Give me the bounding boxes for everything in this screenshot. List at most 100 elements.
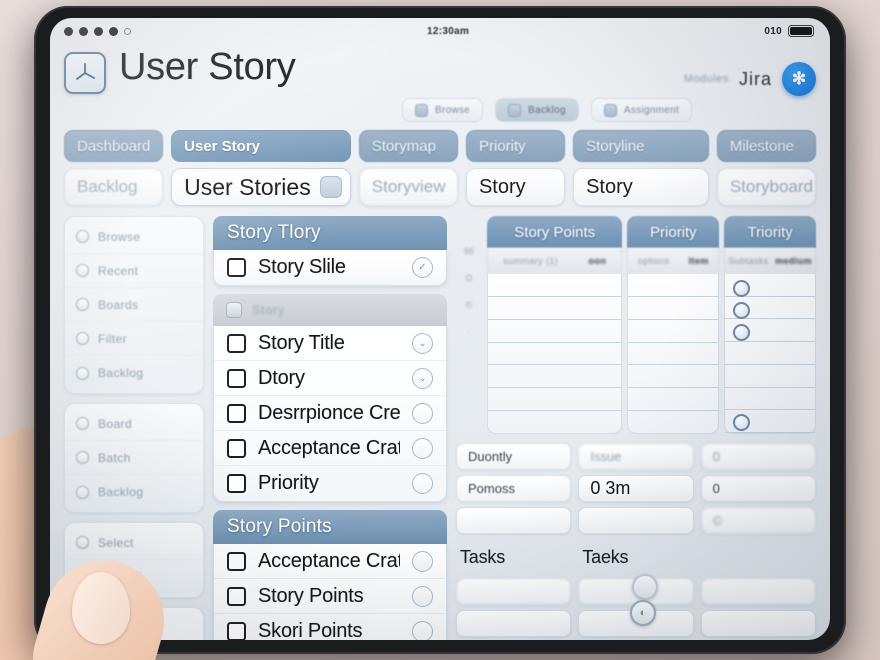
checklist-row[interactable]: Acceptance Crateriy (214, 431, 446, 466)
checkbox[interactable] (227, 403, 246, 423)
sidebar-item-boards[interactable]: Boards (65, 288, 203, 322)
tab-storyboard[interactable]: Storyboard (716, 168, 816, 206)
sidebar-item-select[interactable]: Select (65, 526, 203, 560)
grid-row[interactable] (488, 320, 622, 343)
grid-row[interactable] (725, 365, 815, 388)
avatar[interactable]: ✻ (782, 62, 816, 96)
slider-knob-upper[interactable] (632, 574, 658, 600)
grid-row[interactable] (628, 343, 719, 366)
toolbar-pill-backlog[interactable]: Backlog (495, 98, 579, 122)
checklist-row[interactable]: Desrrpionce Creteris (214, 396, 446, 431)
grid-row[interactable] (488, 365, 622, 389)
checklist-row[interactable]: Acceptance Crateriv (214, 544, 446, 579)
task-field[interactable] (456, 578, 572, 605)
radio-circle-icon[interactable] (412, 620, 433, 640)
grid-row[interactable] (725, 342, 815, 365)
grid-column-header[interactable]: Triority (724, 216, 816, 248)
grid-row[interactable] (488, 411, 621, 433)
checklist-row[interactable]: Priority (214, 466, 446, 501)
checkbox[interactable] (227, 586, 246, 606)
tab-dashboard[interactable]: Dashboard (64, 130, 164, 162)
slider-knob[interactable]: ◐ (630, 600, 656, 626)
radio-circle-icon[interactable] (412, 550, 433, 572)
globe-icon (415, 103, 428, 117)
tab-backlog[interactable]: Backlog (64, 168, 164, 206)
tab-storyview[interactable]: Storyview (358, 168, 458, 206)
form-field[interactable] (456, 507, 572, 534)
checklist-row[interactable]: Skori Points (214, 614, 446, 640)
sidebar-item-filter[interactable]: Filter (65, 322, 203, 356)
thumb-nail (72, 572, 130, 644)
folder-icon (76, 366, 89, 380)
form-field[interactable]: Pomoss (456, 475, 572, 502)
form-field[interactable]: 0 (700, 475, 816, 502)
grid-column-3: Triority Subtasks medium (724, 216, 816, 434)
grid-row[interactable] (628, 297, 719, 320)
grid-column-header[interactable]: Story Points (487, 216, 623, 248)
checkbox[interactable] (227, 621, 246, 640)
checklist-row[interactable]: Dtory ⌄ (214, 361, 446, 396)
sidebar-item-recent[interactable]: Recent (65, 254, 203, 288)
sidebar-item-backlog[interactable]: Backlog (65, 475, 203, 509)
tab-story[interactable]: Story (465, 168, 566, 206)
grid-column-header[interactable]: Priority (627, 216, 720, 248)
tab-user-story[interactable]: User Story (171, 130, 351, 162)
form-field[interactable]: 0 (700, 443, 816, 470)
sidebar-item-batch[interactable]: Batch (65, 441, 203, 475)
tab-user-stories[interactable]: User Stories (171, 168, 351, 206)
task-field[interactable] (700, 578, 816, 605)
radio-circle-icon[interactable] (412, 402, 433, 424)
form-field[interactable]: Issue (578, 443, 694, 470)
radio-circle-icon[interactable] (412, 585, 433, 607)
checkbox[interactable] (227, 333, 246, 353)
checklist-row[interactable]: Story Points (214, 579, 446, 614)
checklist-label: Acceptance Crateriv (258, 549, 400, 572)
toolbar-pill-assignment[interactable]: Assignment (590, 98, 693, 122)
grid-row[interactable] (628, 320, 719, 343)
search-bar[interactable]: Story (213, 294, 447, 326)
grid-row[interactable] (488, 297, 622, 320)
grid-row[interactable] (628, 388, 719, 412)
radio-circle-icon[interactable] (412, 437, 433, 459)
chevron-down-icon[interactable]: ⌄ (412, 367, 433, 389)
group2-rows: Story Title ⌄ Dtory ⌄ Desrrpionce Creteris Ac… (213, 326, 447, 502)
form-field[interactable]: 0 3m (578, 475, 694, 502)
checklist-row[interactable]: Story Title ⌄ (214, 326, 446, 361)
search-input[interactable]: Story (252, 303, 285, 317)
grid-row[interactable] (725, 388, 815, 411)
checkbox[interactable] (227, 368, 246, 388)
grid-row[interactable] (628, 365, 719, 389)
form-field[interactable] (578, 507, 694, 534)
sidebar-item-browse[interactable]: Browse (65, 220, 203, 254)
sidebar-item-board[interactable]: Board (65, 407, 203, 441)
grid-row[interactable] (488, 388, 622, 412)
grid-column-subheader: options Item (627, 248, 720, 274)
grid-row[interactable] (628, 274, 719, 297)
filter-icon (76, 332, 89, 345)
form-field[interactable]: Duontly (456, 443, 572, 470)
checkbox[interactable] (227, 551, 246, 571)
task-field[interactable] (700, 610, 816, 637)
checklist-row[interactable]: Story Slile ✓ (214, 250, 446, 285)
window-dots (64, 26, 131, 36)
tab-badge-icon (319, 176, 342, 198)
grid-row[interactable] (628, 411, 718, 433)
tab-storymap[interactable]: Storymap (358, 130, 458, 162)
checkbox[interactable] (227, 438, 246, 458)
radio-circle-icon[interactable] (412, 473, 433, 494)
checkbox[interactable] (227, 258, 246, 277)
tab-storyline[interactable]: Storyline (573, 130, 709, 162)
tab-story[interactable]: Story (573, 168, 709, 206)
chevron-down-icon[interactable]: ⌄ (412, 332, 433, 354)
toolbar-pill-browse[interactable]: Browse (402, 98, 484, 122)
tab-priority[interactable]: Priority (465, 130, 566, 162)
sidebar-item-backlog[interactable]: Backlog (65, 356, 203, 390)
form-field[interactable]: © (700, 507, 816, 534)
checkbox[interactable] (227, 474, 246, 493)
check-circle-icon[interactable]: ✓ (412, 257, 433, 278)
task-field[interactable] (456, 610, 572, 637)
grid-row[interactable] (488, 343, 622, 366)
tab-milestone[interactable]: Milestone (716, 130, 816, 162)
grid-row[interactable] (488, 274, 622, 297)
header-user-label[interactable]: Jira (739, 69, 772, 90)
